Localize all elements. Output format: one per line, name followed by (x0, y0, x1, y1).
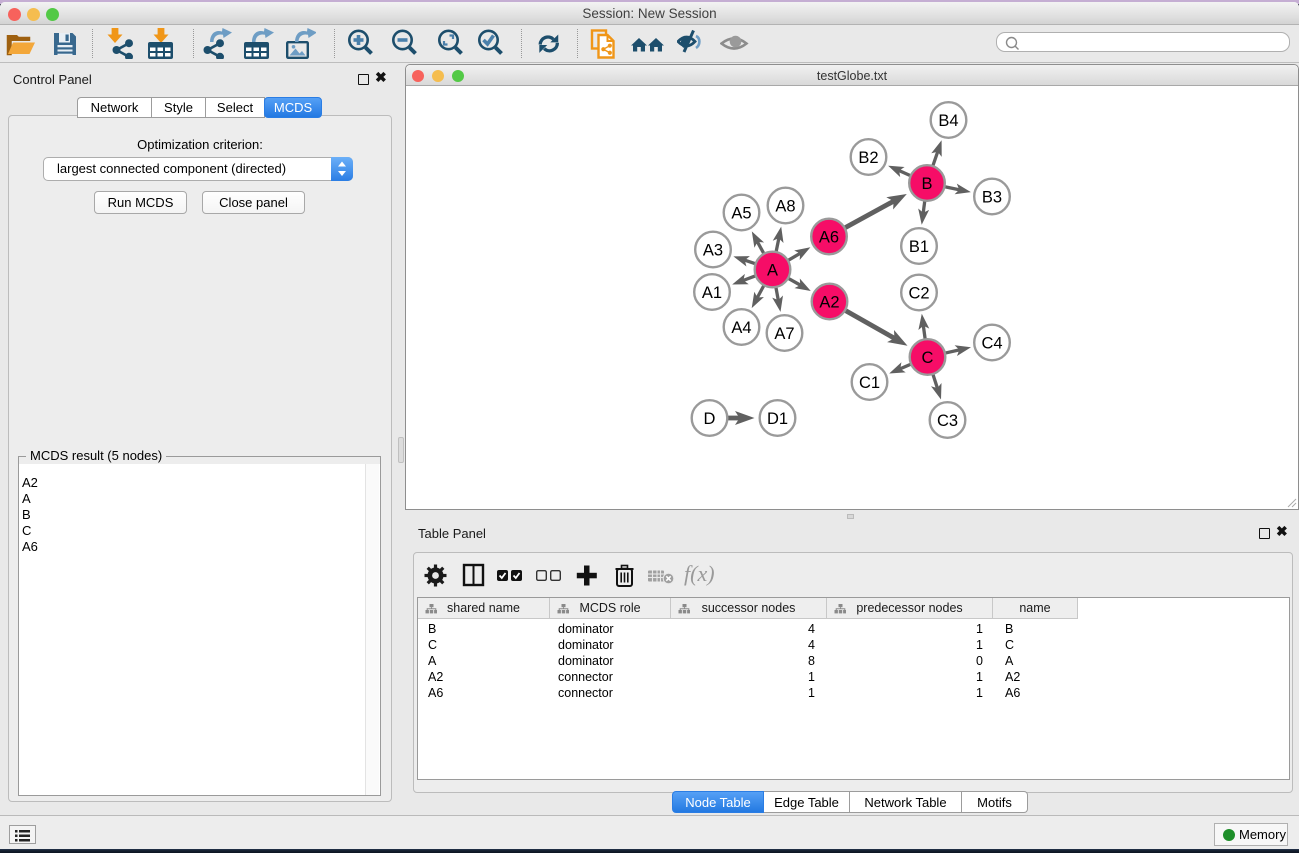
svg-text:C: C (922, 349, 934, 367)
svg-text:C2: C2 (908, 285, 929, 303)
svg-text:B1: B1 (909, 238, 929, 256)
svg-text:D: D (704, 410, 716, 428)
svg-text:A8: A8 (775, 198, 795, 216)
svg-text:B3: B3 (982, 189, 1002, 207)
svg-text:C4: C4 (981, 335, 1002, 353)
svg-text:A4: A4 (731, 319, 751, 337)
svg-text:C1: C1 (859, 374, 880, 392)
svg-text:A1: A1 (702, 284, 722, 302)
svg-text:C3: C3 (937, 412, 958, 430)
svg-text:A6: A6 (819, 229, 839, 247)
svg-text:B: B (921, 175, 932, 193)
svg-text:D1: D1 (767, 410, 788, 428)
svg-text:A5: A5 (731, 205, 751, 223)
svg-text:A: A (767, 262, 778, 280)
svg-text:A3: A3 (703, 242, 723, 260)
svg-text:B2: B2 (858, 149, 878, 167)
svg-text:A7: A7 (774, 325, 794, 343)
svg-text:A2: A2 (819, 294, 839, 312)
svg-text:B4: B4 (938, 112, 958, 130)
